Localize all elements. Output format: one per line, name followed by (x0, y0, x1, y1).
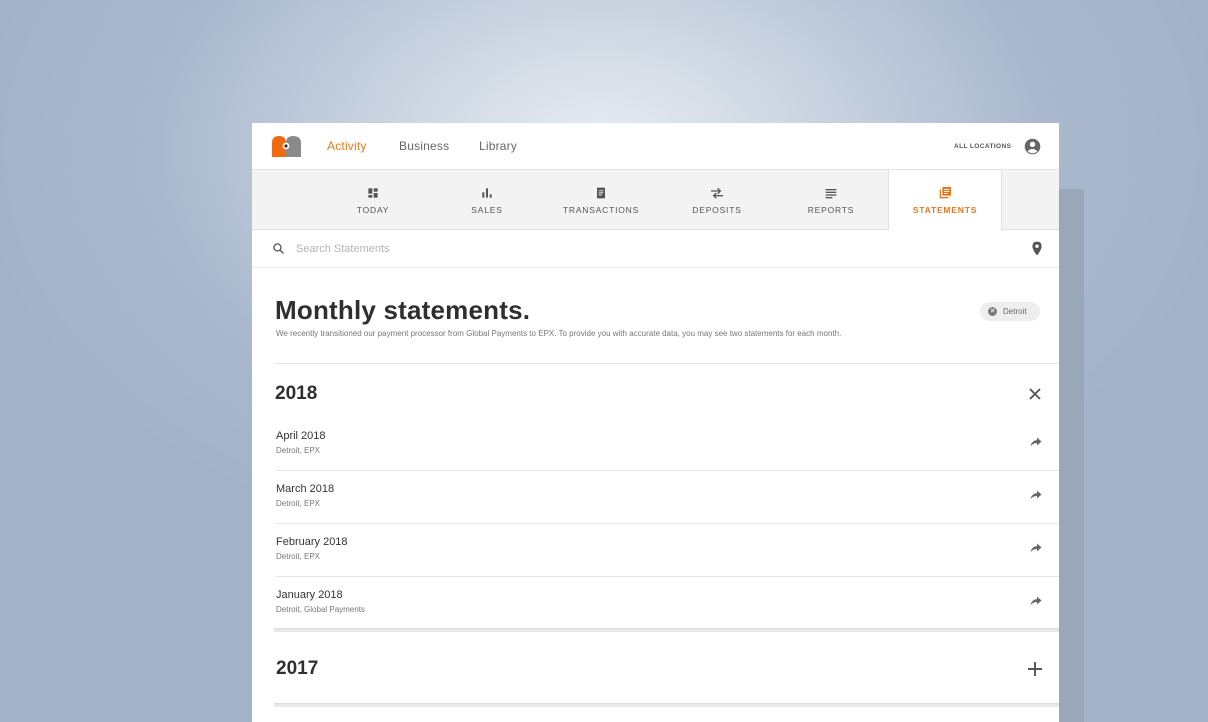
nav-activity[interactable]: Activity (327, 139, 367, 153)
share-arrow-icon[interactable] (1030, 596, 1042, 606)
location-filter-chip[interactable]: ✕ Detroit (980, 302, 1040, 321)
statement-month: January 2018 (276, 589, 343, 601)
dashboard-icon (368, 188, 378, 198)
all-locations-link[interactable]: ALL LOCATIONS (954, 143, 1011, 150)
location-pin-icon[interactable] (1031, 241, 1043, 256)
remove-filter-icon[interactable]: ✕ (988, 307, 997, 316)
filter-chip-label: Detroit (1003, 307, 1027, 316)
page-title: Monthly statements. (275, 295, 531, 325)
tab-statements[interactable]: STATEMENTS (888, 170, 1002, 230)
statement-row[interactable]: April 2018 Detroit, EPX (276, 418, 1059, 471)
app-window: Activity Business Library ALL LOCATIONS … (252, 123, 1059, 722)
section-divider (274, 628, 1059, 632)
tab-transactions[interactable]: TRANSACTIONS (544, 170, 658, 230)
year-heading-2018[interactable]: 2018 (275, 383, 317, 405)
statement-meta: Detroit, EPX (276, 446, 321, 455)
tab-reports-label: REPORTS (807, 205, 855, 215)
search-bar (252, 230, 1059, 268)
statement-month: February 2018 (276, 536, 348, 548)
search-input[interactable] (296, 240, 896, 258)
nav-library[interactable]: Library (479, 139, 517, 153)
tab-sales[interactable]: SALES (430, 170, 544, 230)
statement-month: April 2018 (276, 430, 326, 442)
share-arrow-icon[interactable] (1030, 437, 1042, 447)
brand-logo[interactable] (270, 135, 303, 157)
share-arrow-icon[interactable] (1030, 543, 1042, 553)
swap-arrows-icon (711, 187, 723, 199)
statement-row[interactable]: March 2018 Detroit, EPX (276, 471, 1059, 524)
statement-row[interactable]: February 2018 Detroit, EPX (276, 524, 1059, 577)
expand-plus-icon[interactable] (1027, 661, 1043, 677)
page-subtitle: We recently transitioned our payment pro… (276, 329, 842, 338)
year-heading-2017[interactable]: 2017 (276, 658, 318, 680)
sub-navigation: TODAY SALES TRANSACTIONS DEPOSITS REPORT… (252, 170, 1059, 230)
search-icon (273, 243, 284, 254)
lines-icon (825, 189, 837, 199)
tab-statements-label: STATEMENTS (912, 205, 978, 215)
tab-today[interactable]: TODAY (316, 170, 430, 230)
tab-sales-label: SALES (471, 205, 503, 215)
bar-chart-icon (482, 188, 492, 198)
statement-row[interactable]: January 2018 Detroit, Global Payments (276, 577, 1059, 630)
library-books-icon (939, 187, 951, 199)
tab-deposits[interactable]: DEPOSITS (660, 170, 774, 230)
background-card-shadow (1059, 189, 1084, 722)
header-divider (276, 363, 1059, 364)
statement-meta: Detroit, EPX (276, 499, 321, 508)
top-navigation: Activity Business Library ALL LOCATIONS (252, 123, 1059, 170)
receipt-icon (597, 187, 605, 199)
statement-meta: Detroit, EPX (276, 552, 321, 561)
nav-business[interactable]: Business (399, 139, 449, 153)
share-arrow-icon[interactable] (1030, 490, 1042, 500)
section-divider (274, 703, 1059, 707)
statement-meta: Detroit, Global Payments (276, 605, 365, 614)
tab-transactions-label: TRANSACTIONS (562, 205, 640, 215)
statement-month: March 2018 (276, 483, 335, 495)
tab-reports[interactable]: REPORTS (774, 170, 888, 230)
tab-today-label: TODAY (356, 205, 390, 215)
account-circle-icon[interactable] (1024, 138, 1041, 155)
collapse-close-icon[interactable] (1028, 387, 1042, 401)
tab-deposits-label: DEPOSITS (692, 205, 742, 215)
